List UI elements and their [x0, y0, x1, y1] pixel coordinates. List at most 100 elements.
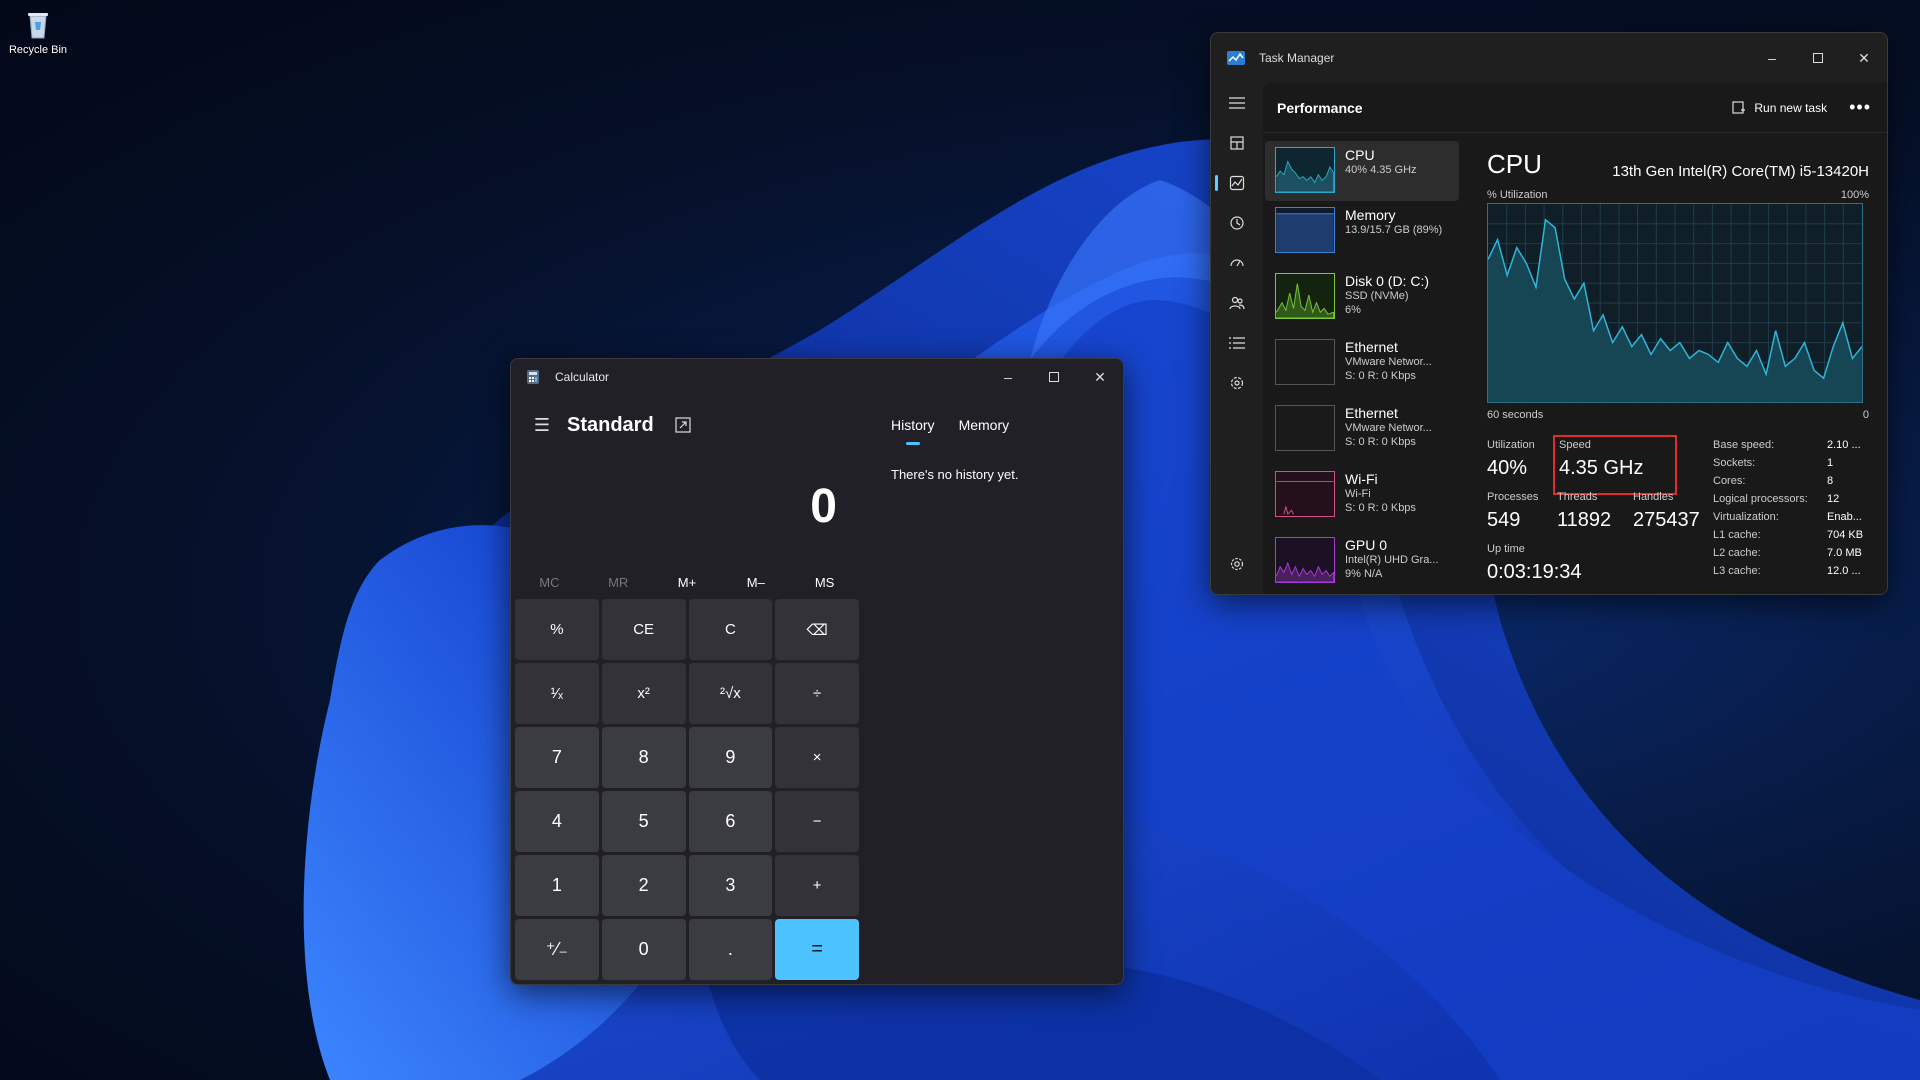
- nav-processes[interactable]: [1211, 123, 1263, 163]
- task-manager-minimize-button[interactable]: –: [1749, 40, 1795, 76]
- calculator-mode-bar: ☰ Standard: [511, 395, 871, 455]
- task-manager-close-button[interactable]: ✕: [1841, 40, 1887, 76]
- task-manager-titlebar[interactable]: Task Manager – ✕: [1211, 33, 1887, 83]
- spec-row: Logical processors: 12: [1713, 493, 1865, 511]
- resource-list: CPU 40% 4.35 GHz Memory 13.9/15.7 GB (89…: [1263, 141, 1463, 594]
- digit-4-button[interactable]: 4: [515, 791, 599, 852]
- square-button[interactable]: x²: [601, 663, 686, 724]
- cpu-utilization-graph: [1487, 203, 1863, 403]
- resource-item-wifi[interactable]: Wi-Fi Wi-Fi S: 0 R: 0 Kbps: [1265, 465, 1459, 531]
- cpu-thumbnail-graph: [1275, 147, 1335, 193]
- spec-key: Logical processors:: [1713, 493, 1808, 505]
- minus-button[interactable]: −: [775, 791, 859, 852]
- performance-header: Performance Run new task •••: [1263, 83, 1887, 133]
- spec-value: 12.0 ...: [1827, 565, 1861, 577]
- digit-0-button[interactable]: 0: [601, 919, 686, 980]
- equals-button[interactable]: =: [775, 919, 859, 980]
- digit-1-button[interactable]: 1: [515, 855, 599, 916]
- cpu-heading: CPU: [1487, 149, 1542, 179]
- nav-menu-button[interactable]: [1211, 83, 1263, 123]
- resource-name: Ethernet: [1345, 339, 1398, 355]
- speed-stat: Speed 4.35 GHz: [1559, 439, 1643, 480]
- clear-button[interactable]: C: [688, 599, 773, 660]
- list-icon: [1229, 337, 1245, 349]
- tab-history[interactable]: History: [879, 417, 947, 433]
- calculator-close-button[interactable]: ✕: [1077, 359, 1123, 395]
- task-manager-app-icon: [1227, 51, 1245, 65]
- clear-entry-button[interactable]: CE: [601, 599, 686, 660]
- resource-item-ethernet-2[interactable]: Ethernet VMware Networ... S: 0 R: 0 Kbps: [1265, 399, 1459, 465]
- nav-users[interactable]: [1211, 283, 1263, 323]
- hamburger-icon: ☰: [533, 414, 551, 435]
- resource-item-gpu[interactable]: GPU 0 Intel(R) UHD Gra... 9% N/A: [1265, 531, 1459, 594]
- resource-item-cpu[interactable]: CPU 40% 4.35 GHz: [1265, 141, 1459, 201]
- percent-button[interactable]: %: [515, 599, 599, 660]
- maximize-icon: [1049, 372, 1059, 382]
- decimal-button[interactable]: .: [688, 919, 773, 980]
- plus-button[interactable]: +: [775, 855, 859, 916]
- navigation-menu-button[interactable]: ☰: [525, 408, 559, 442]
- reciprocal-button[interactable]: ¹⁄ₓ: [515, 663, 599, 724]
- tab-memory[interactable]: Memory: [947, 417, 1022, 433]
- cpu-specs: Base speed: 2.10 ... Sockets: 1 Cores: 8 Lo…: [1713, 439, 1865, 583]
- negate-button[interactable]: ⁺⁄₋: [515, 919, 599, 980]
- nav-services[interactable]: [1211, 363, 1263, 403]
- resource-detail-2: 6%: [1345, 304, 1361, 316]
- threads-value: 11892: [1557, 509, 1612, 531]
- spec-value: 12: [1827, 493, 1840, 505]
- nav-details[interactable]: [1211, 323, 1263, 363]
- task-manager-title: Task Manager: [1259, 51, 1335, 65]
- recycle-bin-shortcut[interactable]: Recycle Bin: [4, 8, 72, 56]
- digit-9-button[interactable]: 9: [688, 727, 773, 788]
- calculator-titlebar[interactable]: Calculator – ✕: [511, 359, 1123, 395]
- backspace-button[interactable]: ⌫: [775, 599, 859, 660]
- nav-app-history[interactable]: [1211, 203, 1263, 243]
- resource-detail: SSD (NVMe): [1345, 290, 1409, 302]
- keep-on-top-button[interactable]: [668, 410, 698, 440]
- digit-5-button[interactable]: 5: [601, 791, 686, 852]
- threads-label: Threads: [1557, 491, 1598, 503]
- keep-on-top-icon: [675, 417, 691, 433]
- history-tabs: History Memory: [871, 395, 1123, 455]
- resource-detail-2: S: 0 R: 0 Kbps: [1345, 436, 1416, 448]
- nav-performance[interactable]: [1211, 163, 1263, 203]
- calculator-minimize-button[interactable]: –: [985, 359, 1031, 395]
- spec-key: Virtualization:: [1713, 511, 1779, 523]
- task-manager-content: Performance Run new task ••• CPU 40% 4.3…: [1263, 83, 1887, 594]
- square-root-button[interactable]: ²√x: [688, 663, 773, 724]
- digit-3-button[interactable]: 3: [688, 855, 773, 916]
- digit-6-button[interactable]: 6: [688, 791, 773, 852]
- nav-settings[interactable]: [1211, 544, 1263, 584]
- run-new-task-button[interactable]: Run new task: [1732, 101, 1827, 115]
- more-options-button[interactable]: •••: [1849, 97, 1871, 118]
- speed-value: 4.35 GHz: [1559, 457, 1644, 479]
- resource-item-ethernet-1[interactable]: Ethernet VMware Networ... S: 0 R: 0 Kbps: [1265, 333, 1459, 399]
- divide-button[interactable]: ÷: [775, 663, 859, 724]
- nav-startup-apps[interactable]: [1211, 243, 1263, 283]
- spec-key: Sockets:: [1713, 457, 1756, 469]
- cpu-details-pane: CPU 13th Gen Intel(R) Core(TM) i5-13420H…: [1485, 133, 1869, 594]
- close-icon: ✕: [1094, 368, 1106, 385]
- spec-key: L3 cache:: [1713, 565, 1761, 577]
- resource-detail: VMware Networ...: [1345, 356, 1432, 368]
- calculator-display: 0: [810, 480, 837, 533]
- digit-2-button[interactable]: 2: [601, 855, 686, 916]
- multiply-button[interactable]: ×: [775, 727, 859, 788]
- recycle-bin-label: Recycle Bin: [8, 44, 68, 56]
- history-empty-message: There's no history yet.: [891, 467, 1019, 482]
- digit-8-button[interactable]: 8: [601, 727, 686, 788]
- wifi-thumbnail-graph: [1275, 471, 1335, 517]
- calculator-maximize-button[interactable]: [1031, 359, 1077, 395]
- resource-item-memory[interactable]: Memory 13.9/15.7 GB (89%): [1265, 201, 1459, 267]
- uptime-stat: Up time 0:03:19:34: [1487, 543, 1582, 584]
- uptime-label: Up time: [1487, 543, 1525, 555]
- digit-7-button[interactable]: 7: [515, 727, 599, 788]
- resource-name: Wi-Fi: [1345, 471, 1378, 487]
- resource-name: GPU 0: [1345, 537, 1388, 553]
- calculator-window: Calculator – ✕ ☰ Standard 0 MC MR M+ M– …: [510, 358, 1124, 985]
- task-manager-maximize-button[interactable]: [1795, 40, 1841, 76]
- resource-item-disk[interactable]: Disk 0 (D: C:) SSD (NVMe) 6%: [1265, 267, 1459, 333]
- spec-value: 7.0 MB: [1827, 547, 1862, 559]
- run-new-task-label: Run new task: [1754, 100, 1828, 115]
- handles-stat: Handles 275437: [1633, 491, 1700, 532]
